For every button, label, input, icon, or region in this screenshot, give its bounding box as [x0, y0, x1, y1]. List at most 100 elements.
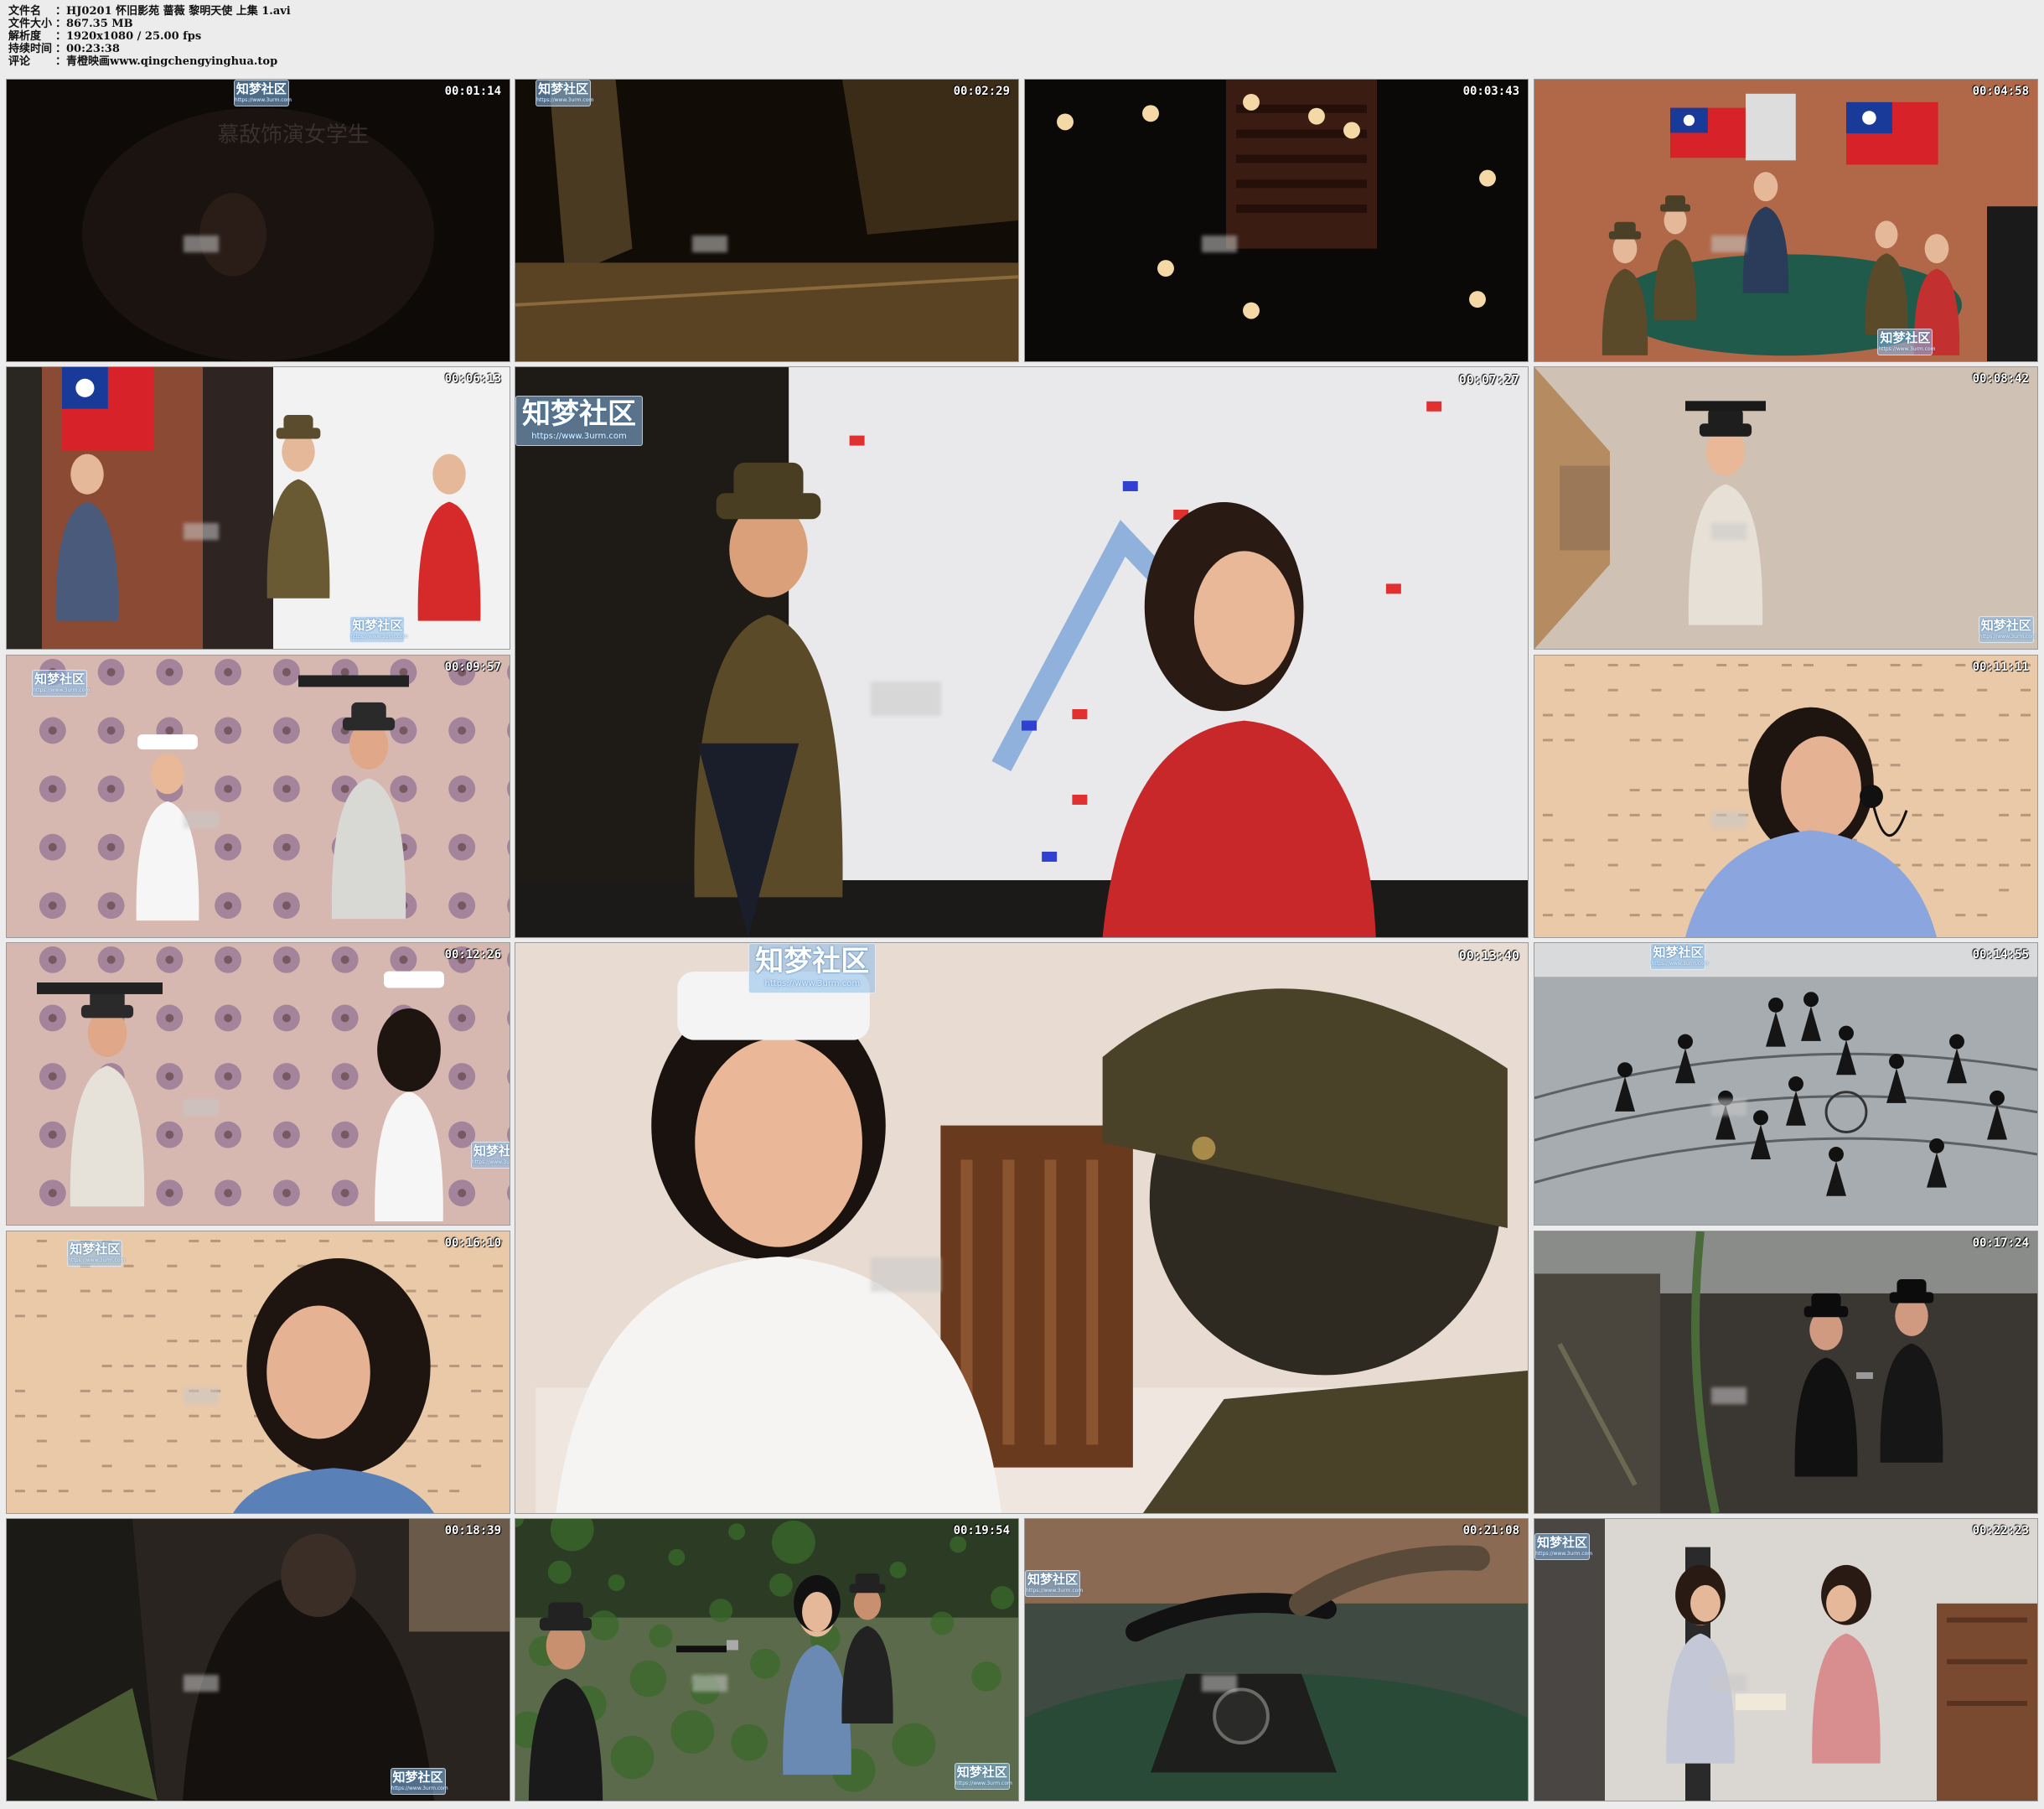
watermark-text: 知梦社区 [522, 397, 636, 432]
mosaic-patch [183, 522, 219, 541]
watermark-logo: 知梦社区https://www.3urm.com [1534, 1532, 1593, 1560]
watermark-logo: 知梦社区https://www.3urm.com [748, 943, 877, 993]
video-thumbnail-alley-gun[interactable]: 00:17:24 [1534, 1231, 2038, 1514]
mosaic-patch [691, 1674, 727, 1692]
watermark-url: https://www.3urm.com [391, 1786, 448, 1792]
mosaic-patch [183, 1387, 219, 1405]
video-thumbnail-meeting-room[interactable]: 知梦社区 https://www.3urm.com 00:04:58 [1534, 79, 2038, 362]
timestamp-label: 00:18:39 [444, 1524, 501, 1537]
watermark-text: 知梦社区 [956, 1764, 1007, 1780]
video-thumbnail-two-women-office[interactable]: 知梦社区 https://www.3urm.com 00:22:23 [1534, 1518, 2038, 1801]
mosaic-patch [183, 1098, 219, 1117]
timestamp-label: 00:02:29 [953, 85, 1010, 98]
mosaic-patch [183, 811, 219, 829]
watermark-text: 知梦社区 [392, 1770, 443, 1786]
mosaic-patch [1201, 235, 1237, 253]
video-thumbnail-street-chase[interactable]: 知梦社区 https://www.3urm.com 00:14:55 [1534, 942, 2038, 1226]
watermark-logo: 知梦社区https://www.3urm.com [1877, 329, 1936, 356]
timestamp-label: 00:19:54 [953, 1524, 1010, 1537]
watermark-text: 知梦社区 [70, 1241, 121, 1257]
watermark-text: 知梦社区 [352, 618, 403, 634]
video-thumbnail-garden-gun[interactable]: 知梦社区 https://www.3urm.com 00:19:54 [515, 1518, 1019, 1801]
watermark-logo: 知梦社区https://www.3urm.com [1978, 616, 2036, 644]
watermark-text: 知梦社区 [1653, 945, 1704, 960]
watermark-logo: 知梦社区https://www.3urm.com [233, 80, 292, 106]
timestamp-label: 00:12:26 [444, 948, 501, 962]
watermark-url: https://www.3urm.com [1979, 634, 2036, 640]
timestamp-label: 00:11:11 [1972, 661, 2029, 674]
video-thumbnail-dark-lights[interactable]: 00:03:43 [1024, 79, 1529, 362]
watermark-text: 知梦社区 [235, 81, 287, 96]
timestamp-label: 00:21:08 [1462, 1524, 1519, 1537]
video-thumbnail-officer-woman-map[interactable]: 知梦社区 https://www.3urm.com 00:07:27 [515, 366, 1529, 938]
watermark-url: https://www.3urm.com [471, 1158, 510, 1165]
watermark-logo: 知梦社区https://www.3urm.com [1025, 1569, 1084, 1597]
video-thumbnail-woman-calligraphy[interactable]: 知梦社区 https://www.3urm.com 00:16:10 [6, 1231, 510, 1514]
video-thumbnail-hat-man-corridor[interactable]: 知梦社区 https://www.3urm.com 00:08:42 [1534, 366, 2038, 650]
watermark-url: https://www.3urm.com [1535, 1550, 1593, 1557]
watermark-logo: 知梦社区https://www.3urm.com [536, 80, 594, 106]
watermark-text: 知梦社区 [1536, 1534, 1587, 1550]
timestamp-label: 00:08:42 [1972, 372, 2029, 386]
watermark-text: 知梦社区 [1027, 1571, 1078, 1587]
watermark-url: https://www.3urm.com [531, 432, 627, 442]
timestamp-label: 00:16:10 [444, 1236, 501, 1250]
watermark-logo: 知梦社区https://www.3urm.com [1650, 943, 1709, 970]
watermark-text: 知梦社区 [473, 1143, 510, 1158]
video-thumbnail-telephone[interactable]: 知梦社区 https://www.3urm.com 00:21:08 [1024, 1518, 1529, 1801]
timestamp-label: 00:13:40 [1458, 948, 1519, 963]
video-thumbnail-dark-title[interactable]: 慕敌饰演女学生 知梦社区 https://www.3urm.com 00:01:14 [6, 79, 510, 362]
mosaic-patch [183, 235, 219, 253]
timestamp-label: 00:07:27 [1458, 372, 1519, 387]
watermark-text: 知梦社区 [1980, 618, 2031, 634]
mosaic-patch [691, 235, 727, 253]
watermark-logo: 知梦社区https://www.3urm.com [954, 1762, 1012, 1790]
frame-caption: 慕敌饰演女学生 [217, 122, 369, 148]
watermark-text: 知梦社区 [1880, 330, 1931, 346]
watermark-url: https://www.3urm.com [764, 979, 861, 988]
mosaic-patch [1201, 1674, 1237, 1692]
watermark-logo: 知梦社区https://www.3urm.com [390, 1768, 448, 1796]
watermark-logo: 知梦社区https://www.3urm.com [515, 396, 643, 447]
mosaic-patch [870, 682, 942, 716]
watermark-logo: 知梦社区https://www.3urm.com [32, 669, 91, 697]
mosaic-patch [1710, 1387, 1746, 1405]
watermark-url: https://www.3urm.com [68, 1257, 126, 1264]
watermark-url: https://www.3urm.com [955, 1780, 1012, 1786]
timestamp-label: 00:14:55 [1972, 948, 2029, 962]
video-thumbnail-dark-ruins[interactable]: 知梦社区 https://www.3urm.com 00:02:29 [515, 79, 1019, 362]
mosaic-patch [870, 1257, 942, 1292]
watermark-url: https://www.3urm.com [1651, 961, 1709, 967]
watermark-text: 知梦社区 [755, 945, 870, 978]
watermark-url: https://www.3urm.com [33, 687, 91, 693]
video-thumbnail-officers-flag[interactable]: 知梦社区 https://www.3urm.com 00:06:13 [6, 366, 510, 650]
mosaic-patch [183, 1674, 219, 1692]
timestamp-label: 00:04:58 [1972, 85, 2029, 98]
watermark-logo: 知梦社区https://www.3urm.com [67, 1240, 126, 1267]
timestamp-label: 00:09:57 [444, 661, 501, 674]
mosaic-patch [1710, 522, 1746, 541]
video-thumbnail-man-nurse-curtain[interactable]: 知梦社区https://www.3urm.com 00:12:26 [6, 942, 510, 1226]
timestamp-label: 00:17:24 [1972, 1236, 2029, 1250]
timestamp-label: 00:01:14 [444, 85, 501, 98]
watermark-url: https://www.3urm.com [1026, 1587, 1084, 1594]
video-thumbnail-nurse-curtain[interactable]: 知梦社区 https://www.3urm.com 00:09:57 [6, 655, 510, 938]
timestamp-label: 00:22:23 [1972, 1524, 2029, 1537]
watermark-url: https://www.3urm.com [234, 97, 292, 103]
thumbnail-grid: 慕敌饰演女学生 知梦社区 https://www.3urm.com 00:01:14 知… [0, 0, 2044, 1809]
mosaic-patch [1710, 1674, 1746, 1692]
watermark-logo: 知梦社区https://www.3urm.com [349, 616, 408, 644]
mosaic-patch [1710, 235, 1746, 253]
watermark-logo: 知梦社区https://www.3urm.com [470, 1141, 510, 1169]
watermark-text: 知梦社区 [538, 81, 589, 96]
timestamp-label: 00:03:43 [1462, 85, 1519, 98]
video-thumbnail-woman-phone[interactable]: 00:11:11 [1534, 655, 2038, 938]
video-thumbnail-nurse-officer[interactable]: 知梦社区 https://www.3urm.com 00:13:40 [515, 942, 1529, 1514]
video-thumbnail-dark-figures[interactable]: 知梦社区 https://www.3urm.com 00:18:39 [6, 1518, 510, 1801]
watermark-text: 知梦社区 [34, 671, 85, 687]
watermark-url: https://www.3urm.com [536, 97, 594, 103]
watermark-url: https://www.3urm.com [1878, 346, 1936, 353]
watermark-url: https://www.3urm.com [350, 634, 408, 640]
timestamp-label: 00:06:13 [444, 372, 501, 386]
mosaic-patch [1710, 811, 1746, 829]
